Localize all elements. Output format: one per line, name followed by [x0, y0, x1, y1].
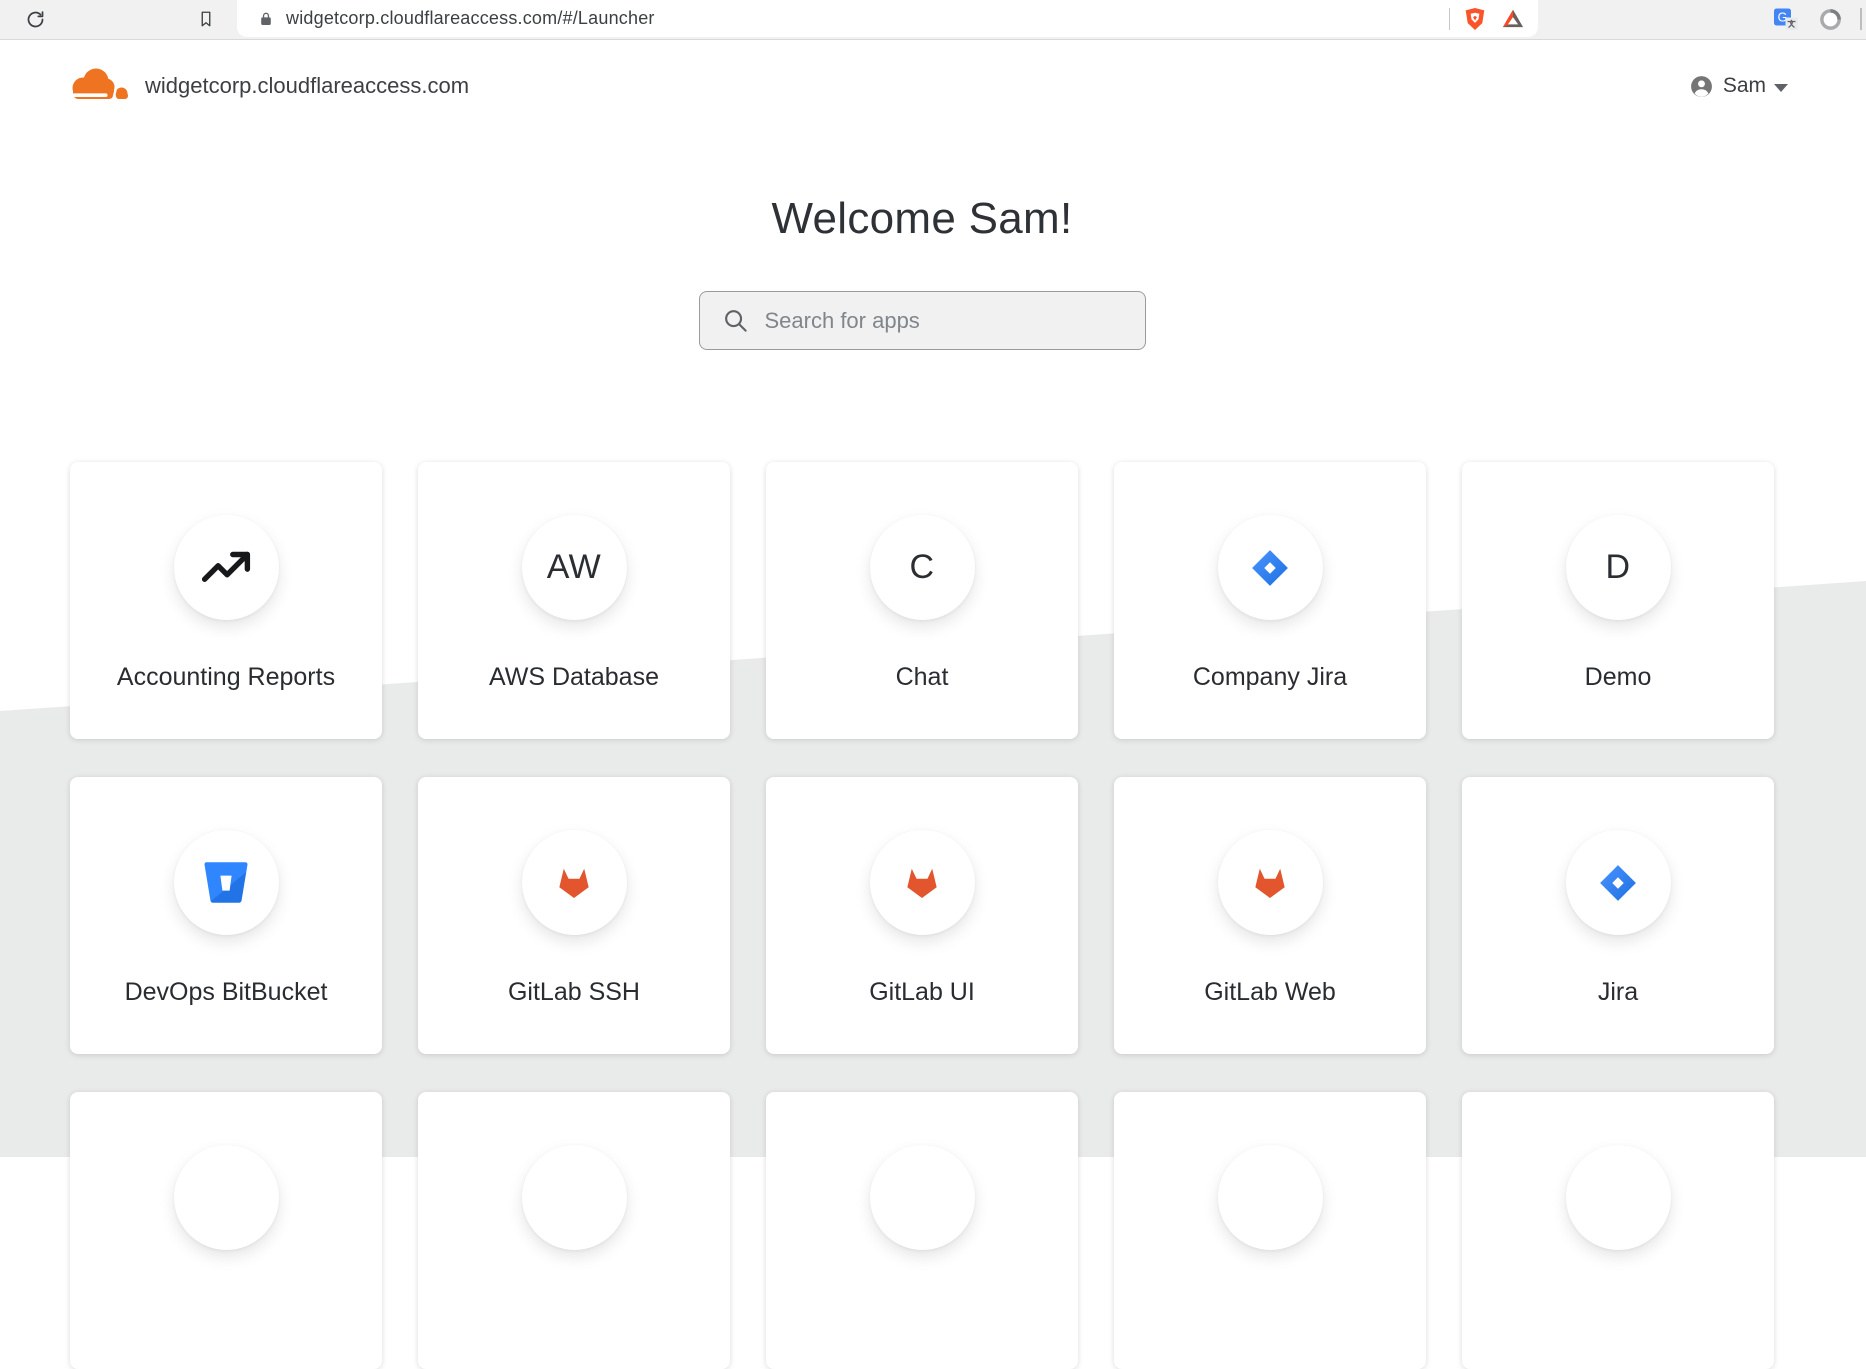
app-label: GitLab UI	[869, 978, 975, 1007]
app-icon-circle	[522, 1145, 627, 1250]
cloudflare-logo	[68, 66, 130, 106]
trending-up-icon	[199, 541, 253, 595]
site-header: widgetcorp.cloudflareaccess.com Sam	[0, 40, 1866, 132]
app-tile[interactable]: Accounting Reports	[70, 462, 382, 739]
app-icon-circle	[174, 515, 279, 620]
app-tile[interactable]	[1114, 1092, 1426, 1369]
app-label: DevOps BitBucket	[125, 978, 328, 1007]
app-label: Accounting Reports	[117, 663, 335, 692]
gitlab-icon	[902, 863, 942, 903]
bat-icon[interactable]	[1500, 6, 1526, 32]
chevron-down-icon	[1774, 84, 1788, 92]
launcher-main: Welcome Sam! Accounting Reports AW AWS Dat…	[0, 132, 1866, 1157]
app-icon-circle	[174, 830, 279, 935]
app-icon-circle: D	[1566, 515, 1671, 620]
initials-icon: AW	[547, 548, 602, 587]
lock-icon	[258, 11, 274, 27]
gitlab-icon	[1250, 863, 1290, 903]
app-label: GitLab SSH	[508, 978, 640, 1007]
app-icon-circle	[1566, 830, 1671, 935]
url-bar[interactable]: widgetcorp.cloudflareaccess.com/#/Launch…	[237, 0, 1538, 37]
app-tile[interactable]: GitLab UI	[766, 777, 1078, 1054]
url-text: widgetcorp.cloudflareaccess.com/#/Launch…	[286, 8, 655, 29]
apps-grid: Accounting Reports AW AWS Database C Chat Com…	[70, 462, 1774, 1369]
app-tile[interactable]	[766, 1092, 1078, 1369]
app-tile[interactable]: C Chat	[766, 462, 1078, 739]
jira-icon	[1245, 543, 1295, 593]
translate-icon[interactable]: G	[1773, 6, 1799, 32]
app-label: Jira	[1598, 978, 1638, 1007]
profile-circle-icon[interactable]	[1819, 8, 1842, 31]
app-tile[interactable]: Company Jira	[1114, 462, 1426, 739]
app-tile[interactable]: DevOps BitBucket	[70, 777, 382, 1054]
app-tile[interactable]: GitLab SSH	[418, 777, 730, 1054]
bookmark-icon[interactable]	[197, 8, 215, 30]
app-tile[interactable]: Jira	[1462, 777, 1774, 1054]
jira-icon	[1593, 858, 1643, 908]
search-box[interactable]	[699, 291, 1146, 350]
app-icon-circle: AW	[522, 515, 627, 620]
divider	[1449, 8, 1450, 30]
browser-chrome: widgetcorp.cloudflareaccess.com/#/Launch…	[0, 0, 1866, 40]
app-icon-circle	[522, 830, 627, 935]
app-icon-circle	[870, 1145, 975, 1250]
site-name: widgetcorp.cloudflareaccess.com	[145, 73, 469, 99]
app-tile[interactable]	[70, 1092, 382, 1369]
brave-shield-icon[interactable]	[1462, 6, 1488, 32]
bitbucket-icon	[199, 856, 253, 910]
app-icon-circle: C	[870, 515, 975, 620]
search-input[interactable]	[763, 307, 1127, 335]
app-label: GitLab Web	[1204, 978, 1336, 1007]
divider	[1860, 8, 1862, 30]
app-icon-circle	[870, 830, 975, 935]
app-icon-circle	[1566, 1145, 1671, 1250]
user-name: Sam	[1723, 74, 1766, 98]
app-tile[interactable]: GitLab Web	[1114, 777, 1426, 1054]
initials-icon: D	[1605, 548, 1630, 587]
app-label: Chat	[896, 663, 949, 692]
search-icon	[722, 307, 749, 334]
initials-icon: C	[909, 548, 934, 587]
app-icon-circle	[1218, 515, 1323, 620]
app-icon-circle	[1218, 1145, 1323, 1250]
app-label: Demo	[1585, 663, 1652, 692]
gitlab-icon	[554, 863, 594, 903]
app-label: AWS Database	[489, 663, 659, 692]
reload-icon[interactable]	[25, 9, 46, 30]
app-tile[interactable]	[1462, 1092, 1774, 1369]
person-circle-icon	[1689, 74, 1714, 99]
app-tile[interactable]: AW AWS Database	[418, 462, 730, 739]
app-icon-circle	[1218, 830, 1323, 935]
welcome-heading: Welcome Sam!	[70, 132, 1774, 244]
user-menu[interactable]: Sam	[1689, 74, 1788, 99]
app-tile[interactable]	[418, 1092, 730, 1369]
app-tile[interactable]: D Demo	[1462, 462, 1774, 739]
app-label: Company Jira	[1193, 663, 1347, 692]
app-icon-circle	[174, 1145, 279, 1250]
